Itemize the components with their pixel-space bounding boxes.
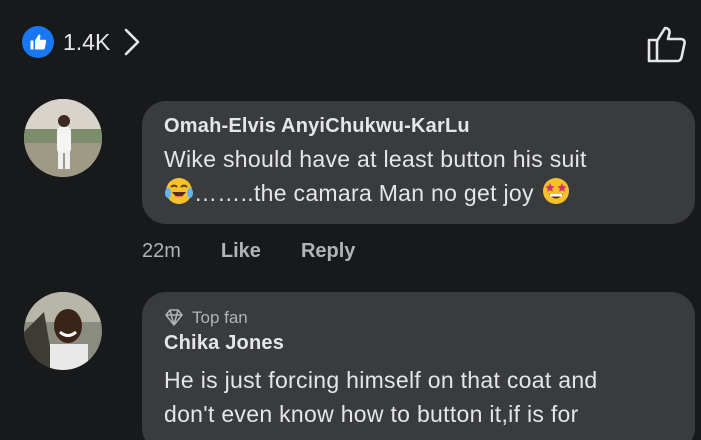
reply-button[interactable]: Reply — [301, 240, 355, 263]
avatar[interactable] — [24, 292, 102, 370]
top-fan-badge: Top fan — [164, 308, 673, 328]
comment-text-line: don't even know how to button it,if is f… — [164, 401, 579, 427]
comment-time: 22m — [142, 240, 181, 262]
comment-text-line: He is just forcing himself on that coat … — [164, 367, 598, 393]
comment-actions: 22m Like Reply — [142, 240, 395, 263]
comment-bubble[interactable]: Omah-Elvis AnyiChukwu-KarLu Wike should … — [142, 101, 695, 224]
like-button[interactable]: Like — [221, 240, 261, 263]
reaction-count: 1.4K — [63, 28, 111, 55]
laughing-tears-emoji — [164, 176, 194, 206]
thumb-up-outline-icon[interactable] — [646, 24, 688, 69]
comment-item: Top fan Chika Jones He is just forcing h… — [24, 292, 701, 440]
avatar[interactable] — [24, 99, 102, 177]
diamond-icon — [165, 309, 183, 326]
chevron-right-icon[interactable] — [123, 27, 141, 57]
comments-panel: 1.4K Omah-Elvis AnyiChukwu-KarLu Wike sh… — [0, 0, 701, 440]
like-thumb-icon — [22, 26, 54, 58]
comment-text-line: ……..the camara Man no get joy — [194, 180, 534, 206]
comment-item: Omah-Elvis AnyiChukwu-KarLu Wike should … — [24, 99, 701, 279]
comment-text-line: Wike should have at least button his sui… — [164, 146, 587, 172]
star-struck-emoji — [541, 176, 571, 206]
comment-author[interactable]: Chika Jones — [164, 332, 673, 355]
comment-text-line-2: ……..the camara Man no get joy — [164, 176, 673, 210]
top-fan-label: Top fan — [192, 308, 248, 327]
comment-bubble[interactable]: Top fan Chika Jones He is just forcing h… — [142, 292, 695, 440]
comment-author[interactable]: Omah-Elvis AnyiChukwu-KarLu — [164, 115, 673, 138]
reactions-summary[interactable]: 1.4K — [22, 26, 141, 58]
